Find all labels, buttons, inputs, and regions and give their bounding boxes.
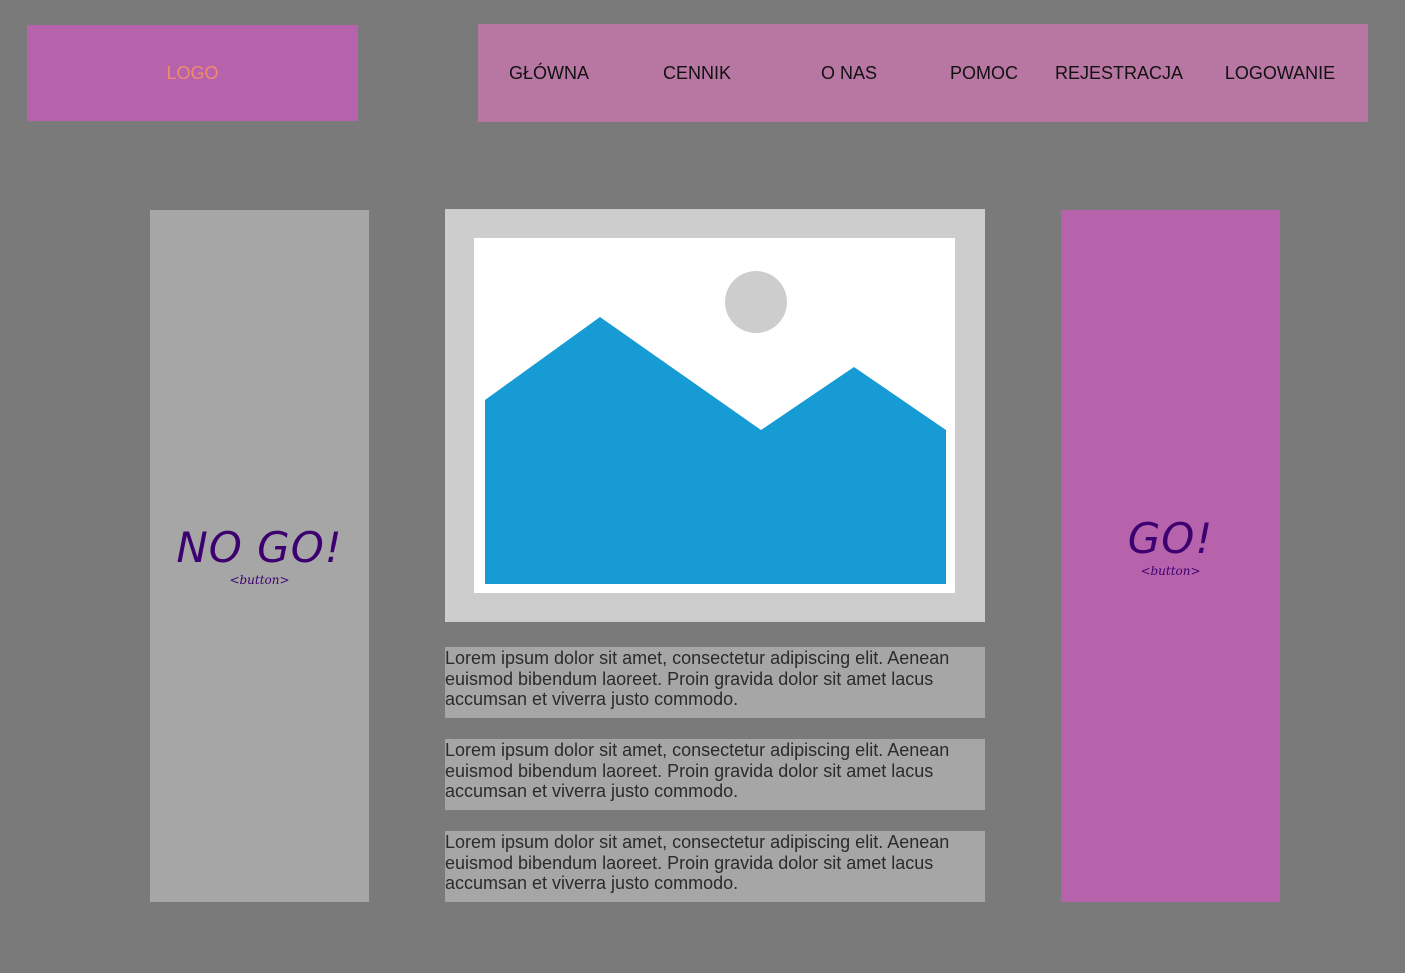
nav-item-rejestracja[interactable]: REJESTRACJA: [1048, 24, 1190, 122]
logo-text: LOGO: [166, 62, 219, 83]
content-paragraph-3: Lorem ipsum dolor sit amet, consectetur …: [445, 831, 985, 902]
logo[interactable]: LOGO: [27, 25, 358, 121]
content-paragraph-2: Lorem ipsum dolor sit amet, consectetur …: [445, 739, 985, 810]
image-canvas: [474, 238, 955, 593]
nav-item-o-nas[interactable]: O NAS: [788, 24, 910, 122]
main-navigation: GŁÓWNA CENNIK O NAS POMOC REJESTRACJA LO…: [478, 24, 1368, 122]
nav-item-pomoc[interactable]: POMOC: [934, 24, 1034, 122]
image-placeholder: [445, 209, 985, 622]
go-button[interactable]: GO! <button>: [1061, 210, 1280, 902]
nav-item-glowna[interactable]: GŁÓWNA: [488, 24, 610, 122]
go-subtitle: <button>: [1140, 564, 1201, 578]
no-go-title: NO GO!: [176, 523, 343, 572]
go-title: GO!: [1127, 514, 1214, 563]
mountain-shape: [485, 317, 946, 584]
nav-item-logowanie[interactable]: LOGOWANIE: [1214, 24, 1346, 122]
no-go-subtitle: <button>: [229, 573, 290, 587]
nav-item-cennik[interactable]: CENNIK: [638, 24, 756, 122]
image-placeholder-icon: [485, 271, 946, 584]
content-paragraph-1: Lorem ipsum dolor sit amet, consectetur …: [445, 647, 985, 718]
no-go-button[interactable]: NO GO! <button>: [150, 210, 369, 902]
no-go-label-group: NO GO! <button>: [150, 524, 369, 588]
go-label-group: GO! <button>: [1061, 515, 1280, 579]
sun-shape: [725, 271, 787, 333]
